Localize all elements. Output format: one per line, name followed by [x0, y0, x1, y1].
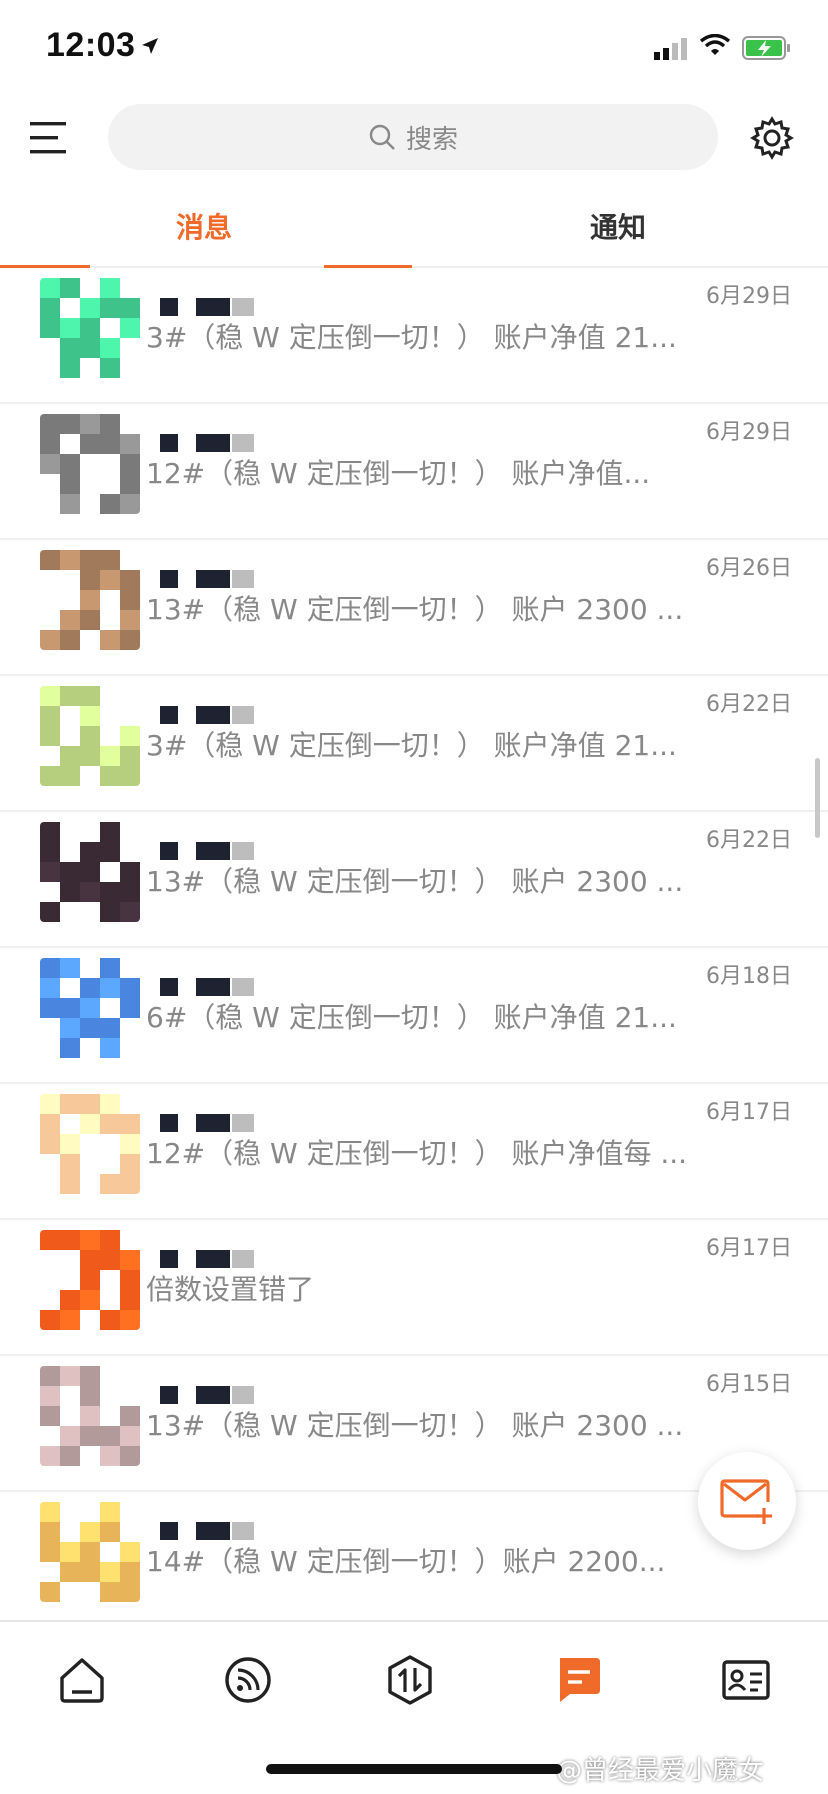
search-bar[interactable]: 搜索	[108, 104, 718, 170]
profile-card-icon[interactable]	[720, 1654, 772, 1706]
avatar	[40, 1502, 140, 1602]
compose-mail-icon	[720, 1479, 772, 1524]
bottom-nav: @曾经最爱小魔女	[0, 1620, 828, 1794]
tab-bar: 消息 通知	[0, 196, 828, 268]
sender-name-redacted	[160, 842, 360, 862]
message-preview: 倍数设置错了	[146, 1273, 315, 1306]
sender-name-redacted	[160, 298, 360, 318]
message-row[interactable]: 6#（稳 W 定压倒一切！） 账户净值 21... 6月18日	[0, 948, 828, 1084]
wifi-icon	[700, 34, 730, 55]
tab-notifications[interactable]: 通知	[590, 206, 646, 246]
sender-name-redacted	[160, 1114, 360, 1134]
search-icon	[369, 124, 395, 150]
sender-name-redacted	[160, 1250, 360, 1270]
message-date: 6月22日	[706, 828, 792, 853]
battery-charging-icon	[742, 36, 790, 60]
sender-name-redacted	[160, 570, 360, 590]
message-date: 6月15日	[706, 1372, 792, 1397]
sender-name-redacted	[160, 706, 360, 726]
watermark-text: @曾经最爱小魔女	[556, 1756, 765, 1786]
trade-icon[interactable]	[384, 1654, 436, 1706]
gear-icon[interactable]	[750, 116, 794, 160]
message-row[interactable]: 13#（稳 W 定压倒一切！） 账户 2300 ... 6月15日	[0, 1356, 828, 1492]
avatar	[40, 822, 140, 922]
compose-button[interactable]	[698, 1452, 796, 1550]
sender-name-redacted	[160, 978, 360, 998]
avatar	[40, 1230, 140, 1330]
sender-name-redacted	[160, 1386, 360, 1406]
message-preview: 12#（稳 W 定压倒一切！） 账户净值每 ...	[146, 1137, 688, 1170]
message-row[interactable]: 倍数设置错了 6月17日	[0, 1220, 828, 1356]
message-date: 6月17日	[706, 1236, 792, 1261]
message-row[interactable]: 12#（稳 W 定压倒一切！） 账户净值每 ... 6月17日	[0, 1084, 828, 1220]
message-preview: 13#（稳 W 定压倒一切！） 账户 2300 ...	[146, 1409, 684, 1442]
cellular-signal-icon	[654, 38, 687, 60]
avatar	[40, 414, 140, 514]
menu-icon[interactable]	[30, 118, 74, 158]
message-date: 6月29日	[706, 420, 792, 445]
message-row[interactable]: 3#（稳 W 定压倒一切！） 账户净值 21... 6月22日	[0, 676, 828, 812]
avatar	[40, 550, 140, 650]
message-list: 3#（稳 W 定压倒一切！） 账户净值 21... 6月29日 12#（稳 W 定压…	[0, 268, 828, 1628]
message-row[interactable]: 3#（稳 W 定压倒一切！） 账户净值 21... 6月29日	[0, 268, 828, 404]
message-date: 6月26日	[706, 556, 792, 581]
avatar	[40, 686, 140, 786]
avatar	[40, 278, 140, 378]
avatar	[40, 1094, 140, 1194]
message-preview: 13#（稳 W 定压倒一切！） 账户 2300 ...	[146, 865, 684, 898]
message-preview: 14#（稳 W 定压倒一切！）账户 2200...	[146, 1545, 666, 1578]
sender-name-redacted	[160, 434, 360, 454]
location-arrow-icon	[142, 38, 158, 54]
message-date: 6月22日	[706, 692, 792, 717]
message-icon[interactable]	[552, 1654, 604, 1706]
message-preview: 6#（稳 W 定压倒一切！） 账户净值 21...	[146, 1001, 677, 1034]
tab-messages[interactable]: 消息	[176, 206, 232, 246]
message-row[interactable]: 13#（稳 W 定压倒一切！） 账户 2300 ... 6月26日	[0, 540, 828, 676]
sender-name-redacted	[160, 1522, 360, 1542]
message-preview: 12#（稳 W 定压倒一切！） 账户净值...	[146, 457, 651, 490]
avatar	[40, 958, 140, 1058]
message-row[interactable]: 12#（稳 W 定压倒一切！） 账户净值... 6月29日	[0, 404, 828, 540]
message-preview: 3#（稳 W 定压倒一切！） 账户净值 21...	[146, 321, 677, 354]
message-date: 6月17日	[706, 1100, 792, 1125]
message-row[interactable]: 13#（稳 W 定压倒一切！） 账户 2300 ... 6月22日	[0, 812, 828, 948]
scroll-indicator	[815, 758, 820, 838]
avatar	[40, 1366, 140, 1466]
feed-icon[interactable]	[222, 1654, 274, 1706]
status-time: 12:03	[46, 26, 136, 64]
home-indicator	[266, 1764, 562, 1774]
message-date: 6月29日	[706, 284, 792, 309]
search-placeholder: 搜索	[405, 124, 458, 155]
status-bar: 12:03	[0, 0, 828, 96]
top-bar: 搜索	[0, 102, 828, 178]
message-preview: 13#（稳 W 定压倒一切！） 账户 2300 ...	[146, 593, 684, 626]
message-preview: 3#（稳 W 定压倒一切！） 账户净值 21...	[146, 729, 677, 762]
message-date: 6月18日	[706, 964, 792, 989]
home-icon[interactable]	[56, 1654, 108, 1706]
